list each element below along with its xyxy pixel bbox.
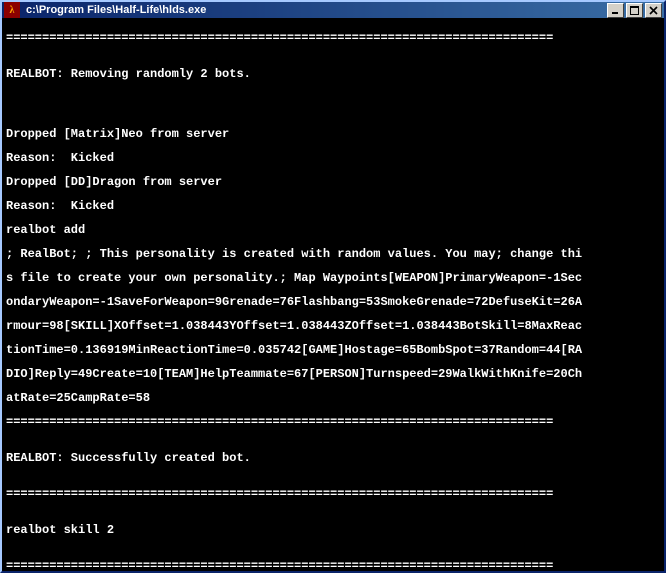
window-title: c:\Program Files\Half-Life\hlds.exe — [24, 4, 607, 16]
console-line: ========================================… — [6, 488, 660, 500]
half-life-icon — [4, 2, 20, 18]
console-line: Dropped [Matrix]Neo from server — [6, 128, 660, 140]
title-bar[interactable]: c:\Program Files\Half-Life\hlds.exe — [2, 2, 664, 18]
app-window: c:\Program Files\Half-Life\hlds.exe ====… — [0, 0, 666, 573]
console-line: DIO]Reply=49Create=10[TEAM]HelpTeammate=… — [6, 368, 660, 380]
maximize-button[interactable] — [626, 3, 643, 18]
minimize-icon — [611, 6, 620, 15]
console-output: ========================================… — [2, 18, 664, 571]
console-line: ondaryWeapon=-1SaveForWeapon=9Grenade=76… — [6, 296, 660, 308]
console-line: Dropped [DD]Dragon from server — [6, 176, 660, 188]
close-button[interactable] — [645, 3, 662, 18]
console-line: tionTime=0.136919MinReactionTime=0.03574… — [6, 344, 660, 356]
console-line: atRate=25CampRate=58 — [6, 392, 660, 404]
console-line: ========================================… — [6, 560, 660, 571]
console-line: Reason: Kicked — [6, 152, 660, 164]
console-line: ========================================… — [6, 32, 660, 44]
close-icon — [649, 6, 658, 15]
console-line: REALBOT: Removing randomly 2 bots. — [6, 68, 660, 80]
maximize-icon — [630, 6, 639, 15]
console-line: realbot skill 2 — [6, 524, 660, 536]
console-line: Reason: Kicked — [6, 200, 660, 212]
minimize-button[interactable] — [607, 3, 624, 18]
console-line: realbot add — [6, 224, 660, 236]
console-line: REALBOT: Successfully created bot. — [6, 452, 660, 464]
window-controls — [607, 3, 662, 18]
console-line: s file to create your own personality.; … — [6, 272, 660, 284]
console-line: ; RealBot; ; This personality is created… — [6, 248, 660, 260]
console-line: ========================================… — [6, 416, 660, 428]
console-line: rmour=98[SKILL]XOffset=1.038443YOffset=1… — [6, 320, 660, 332]
